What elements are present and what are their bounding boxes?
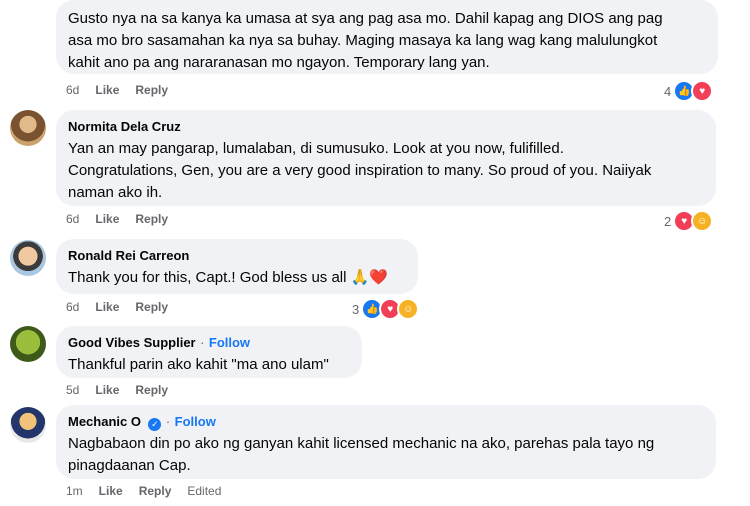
comment-text: Yan an may pangarap, lumalaban, di sumus… <box>68 140 564 157</box>
comment-text: asa mo bro sasamahan ka nya sa buhay. Ma… <box>68 32 658 49</box>
comment-text: naman ako ih. <box>68 184 163 201</box>
author-name[interactable]: Ronald Rei Carreon <box>68 248 189 263</box>
reaction-count: 3 <box>352 301 360 317</box>
author-name[interactable]: Normita Dela Cruz <box>68 119 181 134</box>
comment-text: kahit ano pa ang nararanasan mo ngayon. … <box>68 54 490 71</box>
like-button[interactable]: Like <box>95 300 119 314</box>
comment-bubble: Good Vibes Supplier · Follow Thankful pa… <box>56 326 362 378</box>
avatar[interactable] <box>10 240 46 276</box>
separator: · <box>165 414 171 429</box>
comment-bubble: Gusto nya na sa kanya ka umasa at sya an… <box>56 0 718 74</box>
timestamp[interactable]: 6d <box>66 83 79 97</box>
comment-text: Thankful parin ako kahit "ma ano ulam" <box>68 356 329 373</box>
comment-text: Thank you for this, Capt.! God bless us … <box>68 269 388 286</box>
reaction-summary[interactable]: 2 ♥ ☺ <box>664 210 714 232</box>
follow-button[interactable]: Follow <box>209 335 250 350</box>
edited-label: Edited <box>187 484 222 498</box>
comment-actions: 6d Like Reply <box>66 300 168 314</box>
like-button[interactable]: Like <box>99 484 123 498</box>
timestamp[interactable]: 6d <box>66 300 79 314</box>
separator: · <box>200 335 205 350</box>
reaction-count: 2 <box>664 213 672 229</box>
care-icon: ☺ <box>691 210 714 232</box>
comment-actions: 6d Like Reply <box>66 212 168 226</box>
avatar[interactable] <box>10 407 46 443</box>
comment-text: Nagbabaon din po ako ng ganyan kahit lic… <box>68 435 655 452</box>
love-icon: ♥ <box>691 80 714 102</box>
comment-actions: 1m Like Reply Edited <box>66 484 221 498</box>
reaction-summary[interactable]: 3 👍 ♥ ☺ <box>352 298 420 320</box>
reaction-summary[interactable]: 4 👍 ♥ <box>664 80 714 102</box>
comment-text: Gusto nya na sa kanya ka umasa at sya an… <box>68 10 663 27</box>
comment-bubble: Normita Dela Cruz Yan an may pangarap, l… <box>56 110 716 206</box>
comment-actions: 6d Like Reply <box>66 83 168 97</box>
comment-bubble: Mechanic O ✓ · Follow Nagbabaon din po a… <box>56 405 716 479</box>
comment-text: Congratulations, Gen, you are a very goo… <box>68 162 652 179</box>
avatar[interactable] <box>10 326 46 362</box>
timestamp[interactable]: 5d <box>66 383 79 397</box>
reply-button[interactable]: Reply <box>139 484 172 498</box>
care-icon: ☺ <box>397 298 420 320</box>
timestamp[interactable]: 6d <box>66 212 79 226</box>
reply-button[interactable]: Reply <box>135 212 168 226</box>
author-name[interactable]: Mechanic O <box>68 414 141 429</box>
follow-button[interactable]: Follow <box>175 414 216 429</box>
verified-badge-icon: ✓ <box>148 418 162 431</box>
like-button[interactable]: Like <box>95 83 119 97</box>
timestamp[interactable]: 1m <box>66 484 83 498</box>
comment-text: pinagdaanan Cap. <box>68 457 191 474</box>
reply-button[interactable]: Reply <box>135 383 168 397</box>
reply-button[interactable]: Reply <box>135 83 168 97</box>
comment-actions: 5d Like Reply <box>66 383 168 397</box>
like-button[interactable]: Like <box>95 212 119 226</box>
like-button[interactable]: Like <box>95 383 119 397</box>
author-name[interactable]: Good Vibes Supplier <box>68 335 196 350</box>
comment-bubble: Ronald Rei Carreon Thank you for this, C… <box>56 239 418 294</box>
reaction-count: 4 <box>664 83 672 99</box>
reply-button[interactable]: Reply <box>135 300 168 314</box>
avatar[interactable] <box>10 110 46 146</box>
